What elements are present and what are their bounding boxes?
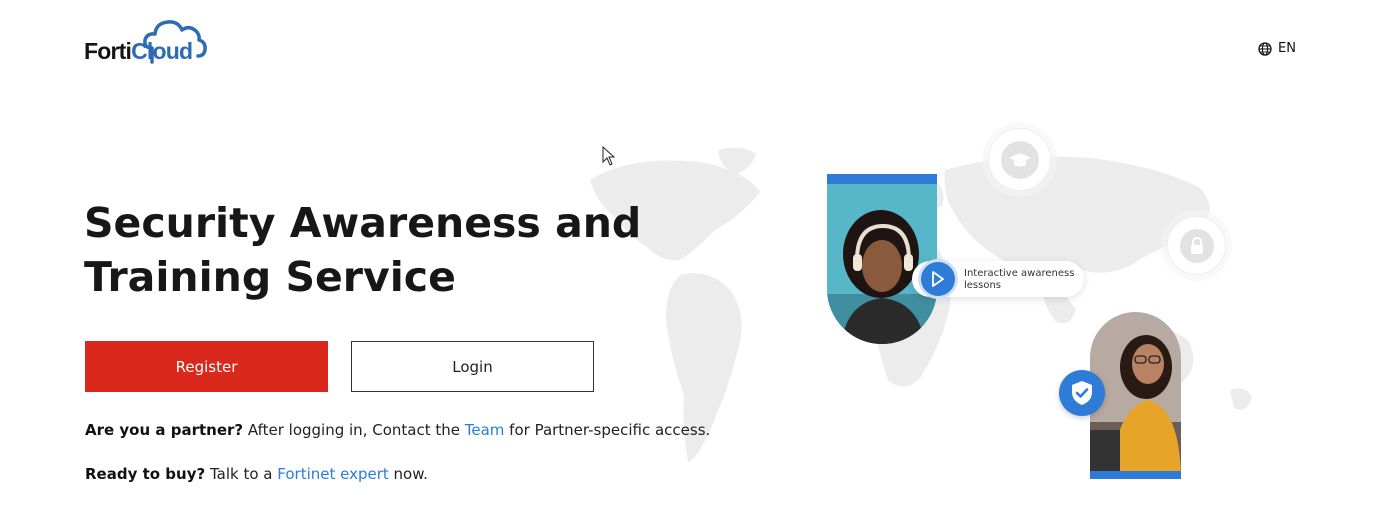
lock-icon <box>1190 236 1203 254</box>
play-icon <box>932 271 944 287</box>
graduation-bubble <box>988 128 1051 191</box>
partner-info-line: Are you a partner? After logging in, Con… <box>85 421 710 439</box>
photo-accent-bar <box>827 174 937 184</box>
logo-text: FortiCloud <box>84 38 193 65</box>
register-button[interactable]: Register <box>85 341 328 392</box>
team-link[interactable]: Team <box>465 421 505 439</box>
lock-bubble <box>1167 216 1226 275</box>
shield-check-icon <box>1072 381 1092 405</box>
globe-icon <box>1258 41 1272 56</box>
login-button[interactable]: Login <box>351 341 594 392</box>
graduation-cap-icon <box>1008 152 1031 166</box>
buy-text-after: now. <box>388 465 428 483</box>
security-badge <box>1059 370 1105 416</box>
fortinet-expert-link[interactable]: Fortinet expert <box>277 465 389 483</box>
mouse-cursor-icon <box>602 146 616 166</box>
play-button[interactable] <box>918 259 958 299</box>
page-title: Security Awareness and Training Service <box>84 199 642 301</box>
buy-question: Ready to buy? <box>85 465 206 483</box>
woman-headphones-photo <box>827 174 937 344</box>
language-label: EN <box>1278 41 1296 56</box>
partner-text-after: for Partner-specific access. <box>504 421 711 439</box>
logo-text-cloud: Cloud <box>131 38 193 64</box>
buy-text-before: Talk to a <box>205 465 278 483</box>
lesson-pill-text: Interactive awareness lessons <box>964 268 1075 291</box>
partner-text-before: After logging in, Contact the <box>243 421 465 439</box>
photo-accent-bar-2 <box>1090 471 1181 479</box>
forticloud-logo[interactable]: FortiCloud <box>84 18 214 64</box>
language-selector[interactable]: EN <box>1258 41 1296 56</box>
logo-text-forti: Forti <box>84 38 132 64</box>
buy-info-line: Ready to buy? Talk to a Fortinet expert … <box>85 465 428 483</box>
partner-question: Are you a partner? <box>85 421 244 439</box>
